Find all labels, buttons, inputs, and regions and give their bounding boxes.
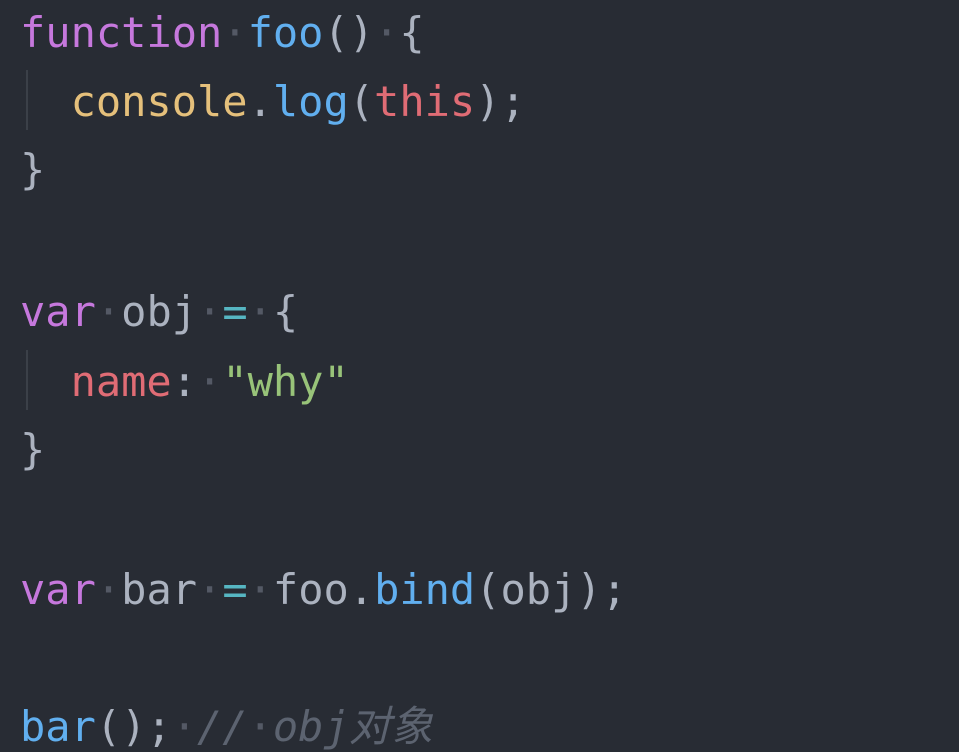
code-editor[interactable]: function·foo()·{ console.log(this); } va… xyxy=(0,0,959,752)
code-token: function xyxy=(20,8,223,57)
code-token: foo xyxy=(247,8,324,57)
code-token: obj xyxy=(121,287,198,336)
code-token: : xyxy=(171,357,198,406)
code-token: // xyxy=(197,702,248,751)
whitespace-marker: · xyxy=(247,287,273,336)
code-token: obj对象 xyxy=(272,702,433,751)
code-token: bar xyxy=(121,565,198,614)
code-token: this xyxy=(374,77,476,126)
whitespace-marker: · xyxy=(197,565,223,614)
code-line[interactable]: name:·"why" xyxy=(20,352,349,412)
code-token: { xyxy=(399,8,425,57)
code-line[interactable]: var·bar·=·foo.bind(obj); xyxy=(20,560,627,620)
code-token: = xyxy=(222,287,248,336)
code-token: "why" xyxy=(222,357,349,406)
code-token: foo xyxy=(272,565,349,614)
code-token: bar xyxy=(20,702,96,751)
whitespace-marker xyxy=(20,357,71,406)
code-token: { xyxy=(272,287,299,336)
code-token: var xyxy=(20,565,96,614)
whitespace-marker: · xyxy=(95,287,122,336)
code-token: . xyxy=(247,77,273,126)
whitespace-marker xyxy=(20,77,71,126)
code-token: (obj); xyxy=(475,565,627,614)
code-token: console xyxy=(70,77,248,126)
code-token: ( xyxy=(348,77,375,126)
whitespace-marker: · xyxy=(247,565,273,614)
whitespace-marker: · xyxy=(374,8,400,57)
code-token: log xyxy=(272,77,349,126)
code-token: var xyxy=(20,287,96,336)
whitespace-marker: · xyxy=(247,702,273,751)
code-token: } xyxy=(20,145,46,194)
whitespace-marker: · xyxy=(95,565,122,614)
code-token: ); xyxy=(475,77,526,126)
whitespace-marker: · xyxy=(197,287,223,336)
code-token: () xyxy=(323,8,375,57)
code-token: = xyxy=(222,565,248,614)
code-line[interactable]: } xyxy=(20,420,45,480)
code-token: name xyxy=(70,357,172,406)
code-line[interactable]: console.log(this); xyxy=(20,72,526,132)
whitespace-marker: · xyxy=(197,357,223,406)
whitespace-marker: · xyxy=(222,8,248,57)
whitespace-marker: · xyxy=(171,702,198,751)
code-token: } xyxy=(20,425,46,474)
code-line[interactable]: } xyxy=(20,140,45,200)
code-token: . xyxy=(348,565,375,614)
code-token: bind xyxy=(374,565,476,614)
code-line[interactable]: function·foo()·{ xyxy=(20,3,425,63)
code-token: (); xyxy=(95,702,172,751)
code-line[interactable]: var·obj·=·{ xyxy=(20,282,298,342)
code-line[interactable]: bar();·//·obj对象 xyxy=(20,697,433,752)
